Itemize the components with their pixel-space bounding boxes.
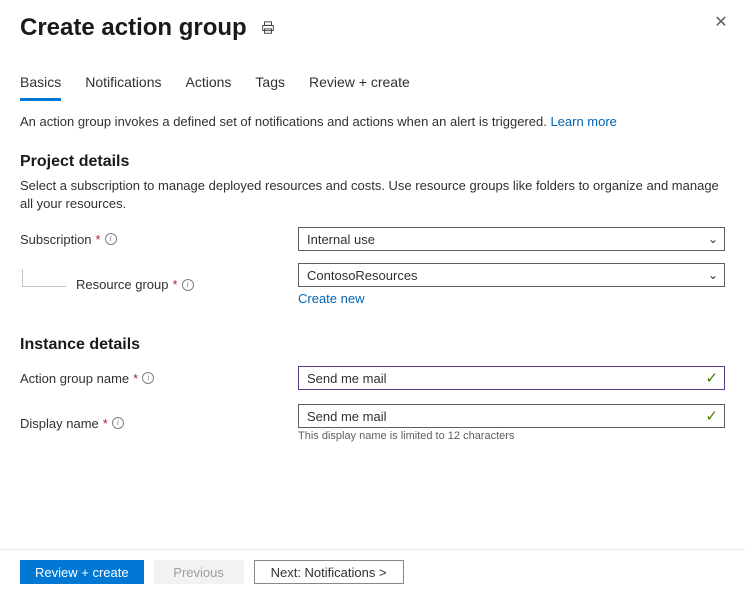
create-new-link[interactable]: Create new [298,291,364,306]
page-title: Create action group [20,14,247,42]
action-group-name-input[interactable]: Send me mail ✓ [298,366,725,390]
subscription-label: Subscription [20,232,92,247]
action-group-name-label: Action group name [20,371,129,386]
close-icon[interactable]: ✕ [713,12,729,32]
display-name-helper: This display name is limited to 12 chara… [298,430,725,442]
info-icon[interactable]: i [105,233,117,245]
tab-actions[interactable]: Actions [186,70,232,101]
review-create-button[interactable]: Review + create [20,560,144,584]
tab-review-create[interactable]: Review + create [309,70,410,101]
intro-body: An action group invokes a defined set of… [20,114,550,129]
info-icon[interactable]: i [182,279,194,291]
chevron-down-icon: ⌄ [708,268,718,282]
learn-more-link[interactable]: Learn more [550,114,616,129]
resource-group-label: Resource group [76,277,169,292]
display-name-input[interactable]: Send me mail ✓ [298,404,725,428]
tab-tags[interactable]: Tags [255,70,285,101]
subscription-select[interactable]: Internal use ⌄ [298,227,725,251]
required-indicator: * [133,371,138,386]
tab-notifications[interactable]: Notifications [85,70,161,101]
tree-indent [22,269,66,287]
valid-check-icon: ✓ [705,369,718,387]
required-indicator: * [173,277,178,292]
instance-details-title: Instance details [20,336,725,354]
display-name-value: Send me mail [307,409,386,424]
previous-button: Previous [154,560,244,584]
intro-text: An action group invokes a defined set of… [20,113,725,137]
required-indicator: * [103,416,108,431]
tab-bar: Basics Notifications Actions Tags Review… [0,46,745,101]
tab-basics[interactable]: Basics [20,70,61,101]
valid-check-icon: ✓ [705,407,718,425]
required-indicator: * [96,232,101,247]
next-notifications-button[interactable]: Next: Notifications > [254,560,404,584]
print-icon[interactable] [261,21,275,35]
project-details-desc: Select a subscription to manage deployed… [20,177,725,213]
footer-bar: Review + create Previous Next: Notificat… [0,549,745,594]
display-name-label: Display name [20,416,99,431]
action-group-name-value: Send me mail [307,371,386,386]
resource-group-select[interactable]: ContosoResources ⌄ [298,263,725,287]
resource-group-value: ContosoResources [307,268,418,283]
project-details-title: Project details [20,153,725,171]
chevron-down-icon: ⌄ [708,232,718,246]
info-icon[interactable]: i [142,372,154,384]
info-icon[interactable]: i [112,417,124,429]
subscription-value: Internal use [307,232,375,247]
